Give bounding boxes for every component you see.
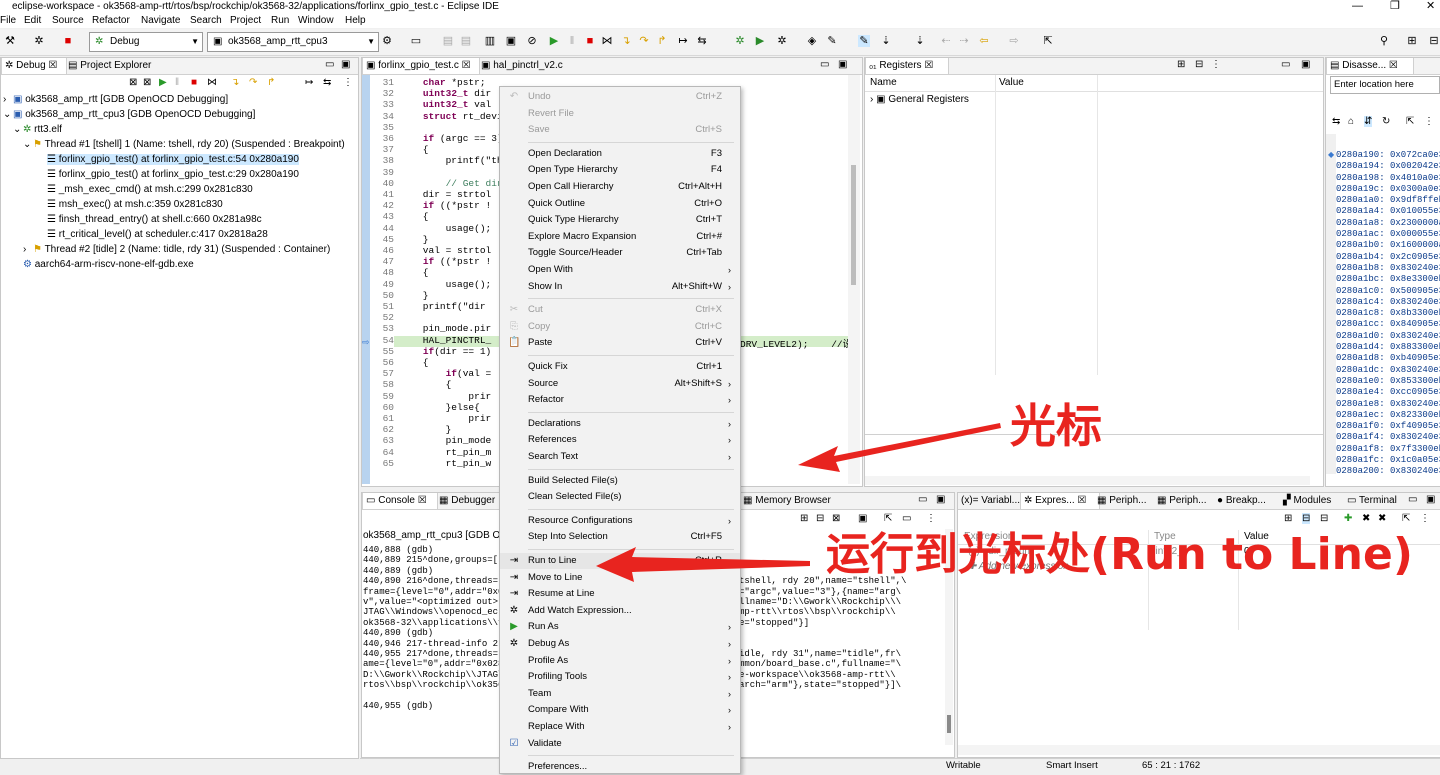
annotation-arrows [596,423,1001,582]
cursor-annotation-label: 光标 [1010,399,1102,453]
run-to-line-arrow [596,547,810,582]
run-to-line-annotation-label: 运行到光标处(Run to Line) [826,529,1413,580]
cursor-arrow [798,423,1001,472]
